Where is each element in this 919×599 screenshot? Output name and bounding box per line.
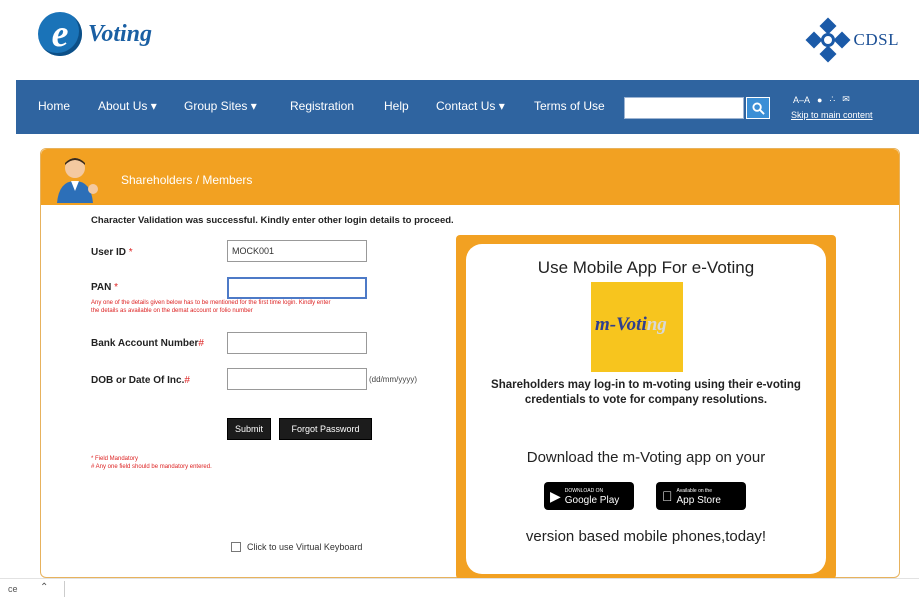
google-play-badge[interactable]: ▶ DOWNLOAD ON Google Play xyxy=(544,482,634,510)
user-id-field[interactable] xyxy=(227,240,367,262)
app-store-badge[interactable]:  Available on the App Store xyxy=(656,482,746,510)
page: e Voting CDSL Home About Us ▾ Group Site… xyxy=(0,0,919,599)
nav-terms-of-use[interactable]: Terms of Use xyxy=(534,99,605,113)
bank-account-label: Bank Account Number# xyxy=(91,338,204,349)
mobile-app-title: Use Mobile App For e-Voting xyxy=(537,258,755,277)
search-icon xyxy=(751,101,765,115)
required-marker: # xyxy=(198,338,204,349)
search-input[interactable] xyxy=(624,97,744,119)
sitemap-icon[interactable]: ∴ xyxy=(829,94,835,105)
download-text: Download the m-Voting app on your xyxy=(526,449,766,466)
nav-registration[interactable]: Registration xyxy=(290,99,354,113)
required-marker: * xyxy=(128,247,133,258)
dob-label: DOB or Date Of Inc.# xyxy=(91,375,190,386)
utility-links: A–A ● ∴ ✉ Skip to main content xyxy=(791,94,901,124)
divider xyxy=(64,581,65,597)
dob-field[interactable] xyxy=(227,368,367,390)
panel-title: Shareholders / Members xyxy=(121,173,253,187)
contrast-icon[interactable]: ● xyxy=(817,95,822,105)
virtual-keyboard-checkbox[interactable] xyxy=(231,542,241,552)
mobile-app-description: Shareholders may log-in to m-voting usin… xyxy=(491,379,801,406)
play-store-icon: ▶ xyxy=(550,487,561,504)
main-nav: Home About Us ▾ Group Sites ▾ Registrati… xyxy=(16,80,919,134)
browser-bottom-bar: ce ⌃ xyxy=(0,578,919,599)
submit-button[interactable]: Submit xyxy=(227,418,271,440)
skip-to-main-content-link[interactable]: Skip to main content xyxy=(791,110,873,120)
site-header: e Voting CDSL xyxy=(0,0,919,80)
cdsl-mark-icon xyxy=(805,17,851,63)
version-text: version based mobile phones,today! xyxy=(525,528,767,545)
forgot-password-button[interactable]: Forgot Password xyxy=(279,418,372,440)
apple-icon:  xyxy=(662,488,673,504)
mandatory-notes: * Field Mandatory # Any one field should… xyxy=(91,456,212,470)
search-button[interactable] xyxy=(746,97,770,119)
nav-group-sites[interactable]: Group Sites ▾ xyxy=(184,99,257,113)
nav-contact-us[interactable]: Contact Us ▾ xyxy=(436,99,505,113)
nav-help[interactable]: Help xyxy=(384,99,409,113)
required-marker: # xyxy=(184,375,190,386)
logo-text: Voting xyxy=(88,20,153,47)
required-marker: * xyxy=(114,282,119,293)
validation-message: Character Validation was successful. Kin… xyxy=(91,215,454,226)
bank-account-field[interactable] xyxy=(227,332,367,354)
pan-label: PAN * xyxy=(91,282,119,293)
m-voting-logo: m-Voting xyxy=(591,282,683,372)
logo-e-icon: e xyxy=(38,12,82,56)
virtual-keyboard-toggle[interactable]: Click to use Virtual Keyboard xyxy=(231,542,362,552)
pan-field[interactable] xyxy=(227,277,367,299)
user-icon xyxy=(57,158,98,203)
evoting-logo[interactable]: e Voting xyxy=(38,12,152,56)
login-panel: Shareholders / Members Character Validat… xyxy=(40,148,900,579)
chevron-up-icon[interactable]: ⌃ xyxy=(40,582,48,593)
mobile-app-promo: Use Mobile App For e-Voting m-Voting Sha… xyxy=(456,235,836,579)
panel-header: Shareholders / Members xyxy=(41,149,899,205)
dob-format-hint: (dd/mm/yyyy) xyxy=(369,375,417,384)
text-size-icon[interactable]: A–A xyxy=(793,95,810,105)
pan-note: Any one of the details given below has t… xyxy=(91,300,331,314)
cdsl-text: CDSL xyxy=(853,30,899,49)
cdsl-logo[interactable]: CDSL xyxy=(805,17,899,63)
mail-icon[interactable]: ✉ xyxy=(842,94,850,105)
nav-home[interactable]: Home xyxy=(38,99,70,113)
user-id-label: User ID * xyxy=(91,247,133,258)
nav-about-us[interactable]: About Us ▾ xyxy=(98,99,157,113)
virtual-keyboard-label: Click to use Virtual Keyboard xyxy=(247,542,363,552)
download-item-text[interactable]: ce xyxy=(8,584,18,594)
